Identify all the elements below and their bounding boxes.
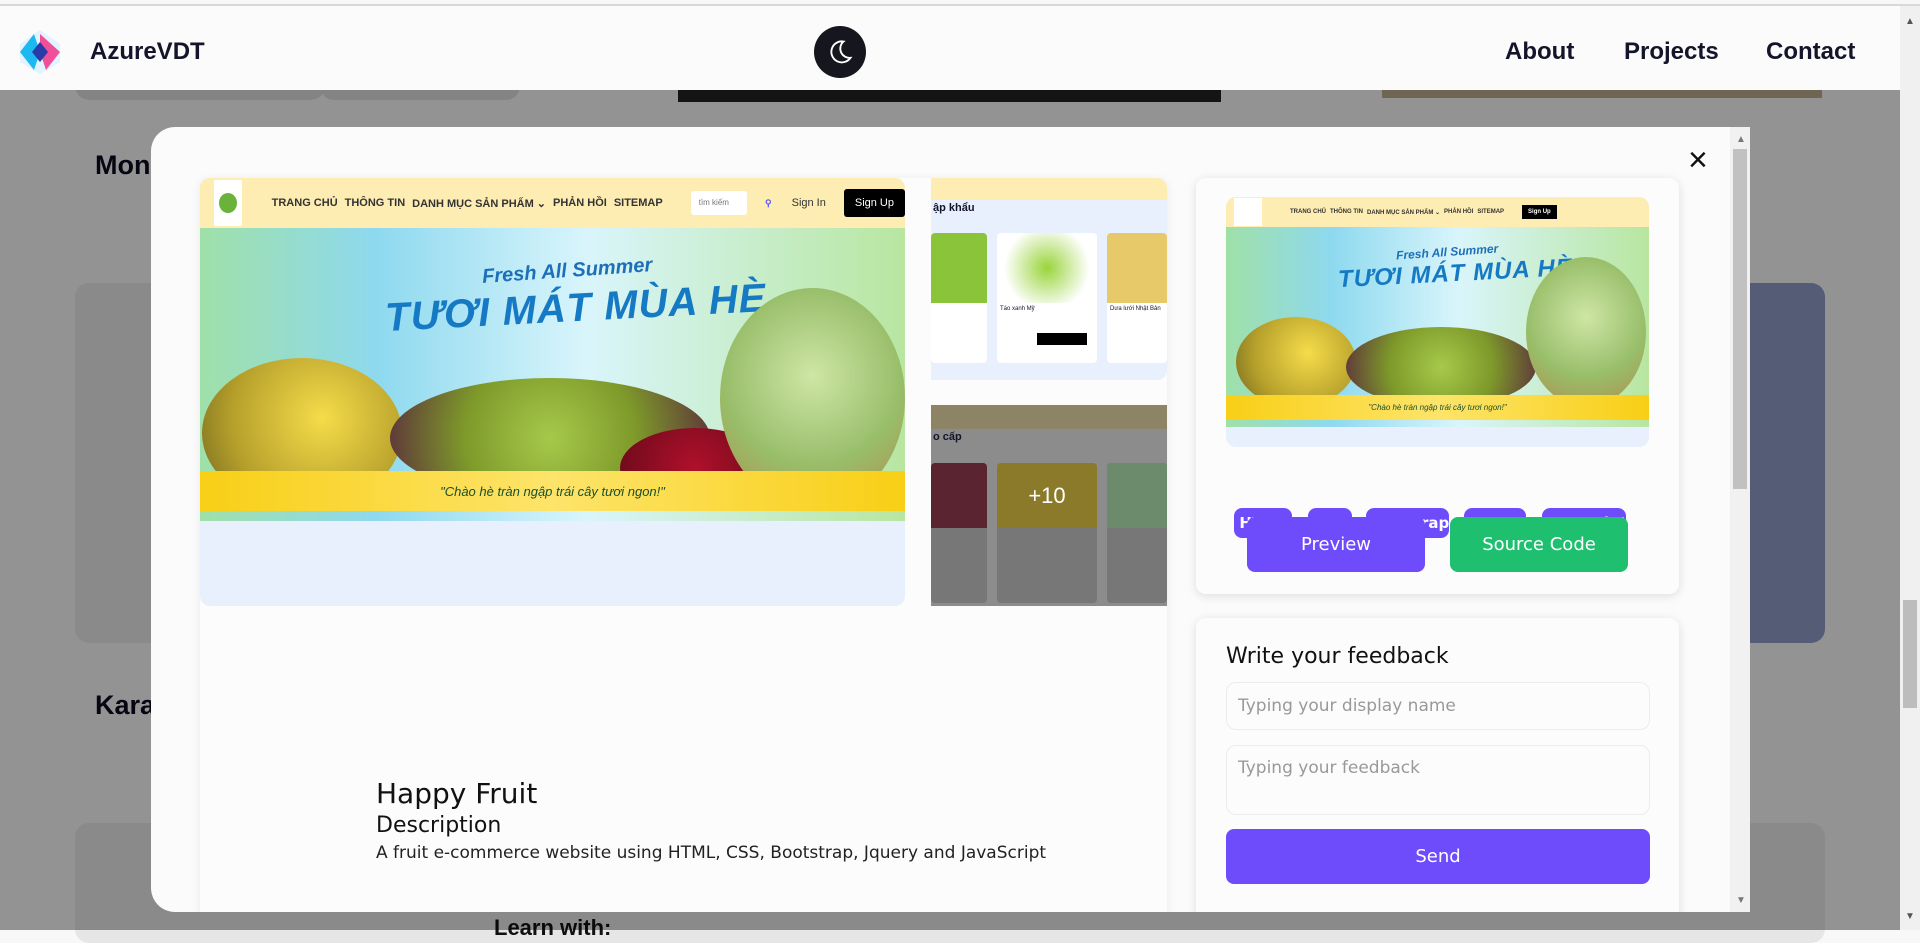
product-card: Dưa lưới Nhật Bản bbox=[1107, 233, 1167, 363]
close-icon[interactable]: × bbox=[1688, 143, 1708, 177]
screenshot-navbar: TRANG CHỦ THÔNG TIN DANH MỤC SẢN PHẨM ⌄ PHẢ… bbox=[1226, 197, 1649, 227]
product-card bbox=[931, 463, 987, 603]
logo-icon[interactable] bbox=[16, 28, 64, 76]
thumbnail-heading: o cấp bbox=[933, 431, 962, 443]
scroll-up-arrow-icon[interactable]: ▲ bbox=[1905, 16, 1915, 27]
scroll-up-arrow-icon[interactable]: ▲ bbox=[1736, 134, 1746, 145]
product-card: +10 bbox=[997, 463, 1097, 603]
project-preview-image: TRANG CHỦ THÔNG TIN DANH MỤC SẢN PHẨM ⌄ PHẢ… bbox=[1226, 197, 1649, 447]
screenshot-sign-in: Sign In bbox=[791, 197, 826, 209]
product-card bbox=[1107, 463, 1167, 603]
theme-toggle-button[interactable] bbox=[814, 26, 866, 78]
nav-about[interactable]: About bbox=[1505, 38, 1574, 66]
display-name-input[interactable] bbox=[1226, 682, 1650, 730]
screenshot-nav-item: PHẢN HỒI bbox=[553, 196, 607, 209]
site-header: AzureVDT About Projects Contact bbox=[0, 6, 1900, 90]
page-scrollbar-thumb[interactable] bbox=[1903, 600, 1917, 708]
screenshot-sign-up: Sign Up bbox=[843, 189, 905, 217]
search-icon: ⚲ bbox=[765, 197, 772, 208]
project-thumbnail-1[interactable]: ập khẩu Táo xanh Mỹ Dưa lưới Nhật Bản bbox=[931, 178, 1167, 380]
page-scrollbar[interactable]: ▲ ▼ bbox=[1900, 6, 1920, 930]
screenshot-navbar: TRANG CHỦ THÔNG TIN DANH MỤC SẢN PHẨM ⌄ … bbox=[200, 178, 905, 228]
screenshot-logo bbox=[214, 180, 242, 226]
feedback-heading: Write your feedback bbox=[1226, 644, 1449, 669]
preview-button[interactable]: Preview bbox=[1247, 517, 1425, 572]
screenshot-navbar bbox=[931, 178, 1167, 200]
feedback-textarea[interactable] bbox=[1226, 745, 1650, 815]
screenshot-nav-item: TRANG CHỦ bbox=[271, 196, 338, 209]
product-card bbox=[931, 233, 987, 363]
project-modal: × TRANG CHỦ THÔNG TIN DANH MỤC SẢN PHẨM … bbox=[151, 127, 1750, 912]
screenshot-nav-item: DANH MỤC SẢN PHẨM ⌄ bbox=[412, 197, 547, 210]
source-code-button[interactable]: Source Code bbox=[1450, 517, 1628, 572]
banner-slogan: "Chào hè tràn ngập trái cây tươi ngon!" bbox=[200, 471, 905, 511]
screenshot-nav-item: THÔNG TIN bbox=[344, 196, 406, 209]
banner-title: TƯƠI MÁT MÙA HÈ bbox=[384, 276, 768, 340]
product-card: Táo xanh Mỹ bbox=[997, 233, 1097, 363]
project-detail-card: TRANG CHỦ THÔNG TIN DANH MỤC SẢN PHẨM ⌄ … bbox=[200, 178, 1167, 912]
thumbnail-heading: ập khẩu bbox=[933, 202, 975, 214]
project-thumbnail-2[interactable]: o cấp +10 bbox=[931, 405, 1167, 606]
description-heading: Description bbox=[376, 813, 502, 838]
nav-projects[interactable]: Projects bbox=[1624, 38, 1719, 66]
project-main-screenshot[interactable]: TRANG CHỦ THÔNG TIN DANH MỤC SẢN PHẨM ⌄ … bbox=[200, 178, 905, 606]
scroll-down-arrow-icon[interactable]: ▼ bbox=[1905, 911, 1915, 922]
modal-scrollbar-thumb[interactable] bbox=[1733, 149, 1747, 489]
screenshot-nav-item: SITEMAP bbox=[613, 196, 663, 209]
project-description: A fruit e-commerce website using HTML, C… bbox=[376, 843, 1047, 863]
project-info-card: TRANG CHỦ THÔNG TIN DANH MỤC SẢN PHẨM ⌄ PHẢ… bbox=[1196, 178, 1679, 594]
project-title: Happy Fruit bbox=[376, 777, 538, 810]
screenshot-search: tìm kiếm bbox=[690, 191, 748, 215]
nav-contact[interactable]: Contact bbox=[1766, 38, 1855, 66]
screenshot-navbar bbox=[931, 405, 1167, 429]
send-button[interactable]: Send bbox=[1226, 829, 1650, 884]
feedback-card: Write your feedback Send bbox=[1196, 618, 1679, 912]
brand-name[interactable]: AzureVDT bbox=[90, 38, 205, 66]
scroll-down-arrow-icon[interactable]: ▼ bbox=[1736, 895, 1746, 906]
moon-icon bbox=[830, 40, 853, 64]
